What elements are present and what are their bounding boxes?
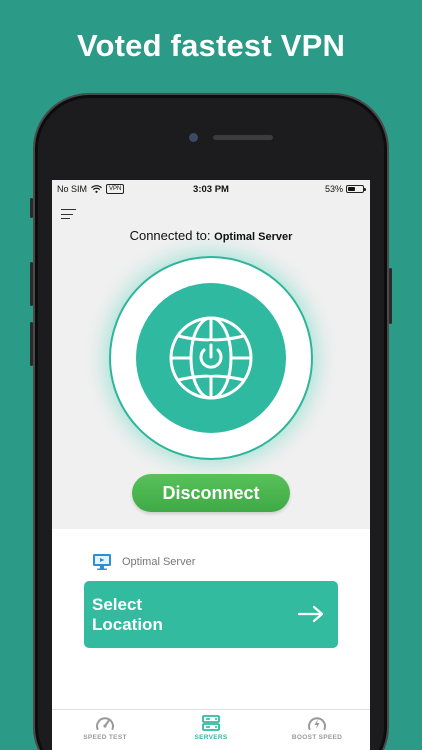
current-server-name: Optimal Server xyxy=(122,556,196,568)
location-panel: Optimal Server Select Location xyxy=(52,529,370,709)
battery-percent: 53% xyxy=(324,184,343,194)
tab-speed-test[interactable]: SPEED TEST xyxy=(52,710,158,750)
volume-down-button xyxy=(30,322,33,366)
menu-icon[interactable] xyxy=(61,208,76,220)
status-time: 3:03 PM xyxy=(193,184,229,195)
connected-server-name: Optimal Server xyxy=(214,231,293,243)
app-screen: No SIM VPN 3:03 PM 53% Connected to: Opt… xyxy=(52,180,370,750)
volume-up-button xyxy=(30,262,33,306)
power-button-inner xyxy=(136,283,286,433)
monitor-icon xyxy=(93,554,111,570)
connected-label: Connected to: xyxy=(129,228,211,243)
mute-switch xyxy=(30,198,33,218)
connection-status: Connected to: Optimal Server xyxy=(52,228,370,243)
headline: Voted fastest VPN xyxy=(76,28,346,63)
earpiece-speaker xyxy=(213,135,273,140)
tab-label: SERVERS xyxy=(194,734,228,741)
arrow-right-icon xyxy=(298,605,324,623)
speedometer-icon xyxy=(96,717,114,730)
disconnect-button[interactable]: Disconnect xyxy=(132,474,290,512)
tab-label: BOOST SPEED xyxy=(291,734,343,741)
select-location-button[interactable]: Select Location xyxy=(84,581,338,648)
boost-speedometer-icon xyxy=(308,717,326,730)
tab-servers[interactable]: SERVERS xyxy=(158,710,264,750)
select-location-line1: Select xyxy=(92,595,143,614)
select-location-line2: Location xyxy=(92,615,163,634)
power-side-button xyxy=(389,268,392,324)
tab-boost-speed[interactable]: BOOST SPEED xyxy=(264,710,370,750)
status-bar: No SIM VPN 3:03 PM 53% xyxy=(52,180,370,198)
globe-power-icon xyxy=(169,316,253,400)
current-server-row: Optimal Server xyxy=(92,553,195,571)
battery-icon xyxy=(346,185,366,193)
tab-label: SPEED TEST xyxy=(83,734,127,741)
bottom-tab-bar: SPEED TEST SERVERS BOOST SPEED xyxy=(52,709,370,750)
servers-icon xyxy=(202,715,220,731)
vpn-power-button[interactable] xyxy=(109,256,313,460)
front-camera xyxy=(189,133,198,142)
